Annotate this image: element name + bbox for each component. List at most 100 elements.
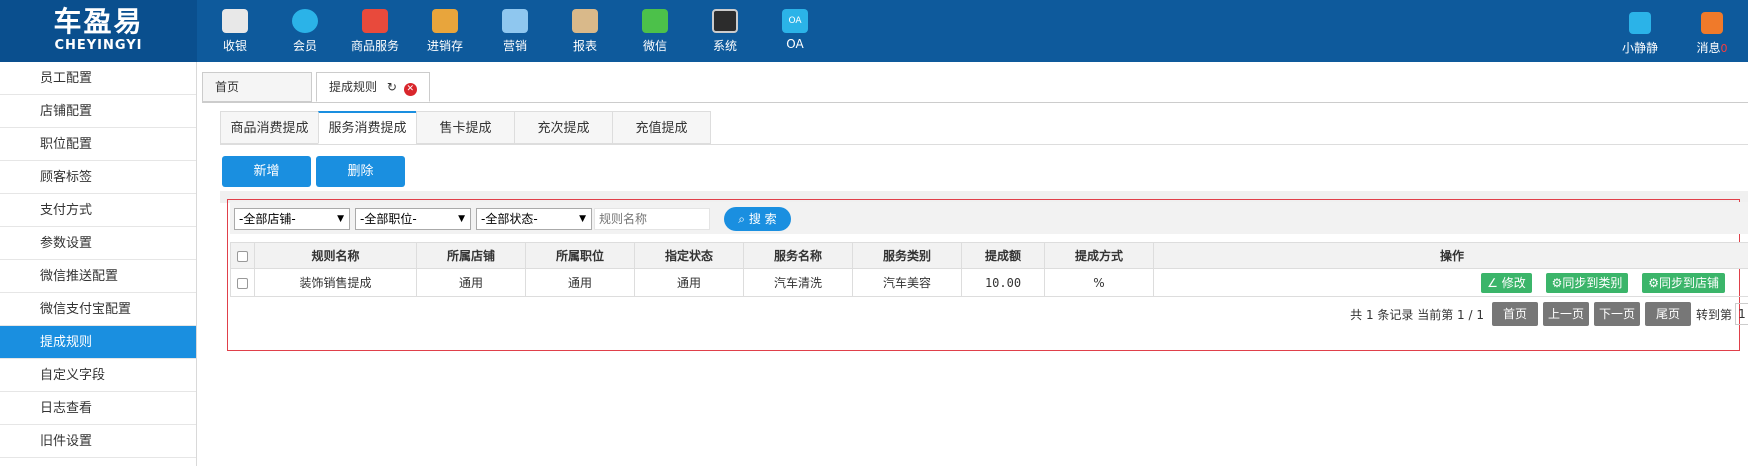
position-select[interactable]: -全部职位- ▼ xyxy=(355,208,471,230)
page-jump-input[interactable]: 1 xyxy=(1735,303,1748,325)
tab-recharge-commission[interactable]: 充值提成 xyxy=(612,111,711,144)
row-select-cell xyxy=(230,268,255,297)
logo-subtext: CHEYINGYI xyxy=(54,38,143,53)
sidebar-item-store[interactable]: 店铺配置 xyxy=(0,95,196,128)
nav-wechat[interactable]: 微信 xyxy=(620,0,690,62)
nav-marketing[interactable]: 营销 xyxy=(480,0,550,62)
record-info: 共 1 条记录 当前第 1 / 1 xyxy=(1350,307,1484,322)
gear-icon: ⚙ xyxy=(1648,275,1659,290)
logo-text: 车盈易 xyxy=(53,5,144,38)
cell-rule-name: 装饰销售提成 xyxy=(254,268,417,297)
sidebar-item-payment[interactable]: 支付方式 xyxy=(0,194,196,227)
chevron-down-icon: ▼ xyxy=(458,214,465,224)
cash-register-icon xyxy=(222,9,248,33)
store-select[interactable]: -全部店铺- ▼ xyxy=(234,208,350,230)
select-all-cell xyxy=(230,242,255,269)
cell-amount: 10.00 xyxy=(961,268,1045,297)
col-actions: 操作 xyxy=(1153,242,1748,269)
refresh-icon[interactable]: ↻ xyxy=(387,73,397,101)
sync-category-button[interactable]: ⚙同步到类别 xyxy=(1545,272,1629,293)
rule-name-input[interactable] xyxy=(594,208,710,230)
megaphone-icon xyxy=(502,9,528,33)
member-icon xyxy=(292,9,318,33)
nav-inventory[interactable]: 进销存 xyxy=(410,0,480,62)
col-position: 所属职位 xyxy=(525,242,635,269)
search-icon: ⌕ xyxy=(738,212,746,226)
cell-store: 通用 xyxy=(416,268,526,297)
sidebar-item-wechat-push[interactable]: 微信推送配置 xyxy=(0,260,196,293)
sub-tab-divider xyxy=(220,144,1748,145)
nav-oa[interactable]: OA OA xyxy=(760,0,830,62)
inventory-icon xyxy=(432,9,458,33)
tab-card-commission[interactable]: 售卡提成 xyxy=(416,111,515,144)
report-icon xyxy=(572,9,598,33)
delete-button[interactable]: 删除 xyxy=(316,156,405,187)
sidebar-item-wechat-alipay[interactable]: 微信支付宝配置 xyxy=(0,293,196,326)
rules-panel: -全部店铺-▼ -全部职位-▼ -全部状态-▼ ⌕ 搜 索 规则名称 所属店铺 … xyxy=(227,199,1748,351)
cell-service-type: 汽车美容 xyxy=(852,268,962,297)
edit-icon: ∠ xyxy=(1487,275,1498,290)
monitor-icon xyxy=(712,9,738,33)
cell-actions: ∠ 修改 ⚙同步到类别 ⚙同步到店铺 xyxy=(1153,268,1748,297)
chevron-down-icon: ▼ xyxy=(337,214,344,224)
jump-label: 转到第 xyxy=(1695,307,1732,322)
next-page-button[interactable]: 下一页 xyxy=(1593,302,1640,326)
add-button[interactable]: 新增 xyxy=(222,156,311,187)
sidebar-item-position[interactable]: 职位配置 xyxy=(0,128,196,161)
cell-position: 通用 xyxy=(525,268,635,297)
logo: 车盈易 CHEYINGYI xyxy=(0,0,197,62)
col-rule-name: 规则名称 xyxy=(254,242,417,269)
chevron-down-icon: ▼ xyxy=(579,214,586,224)
page-tabs: 首页 提成规则 ↻ ✕ xyxy=(202,72,434,102)
select-all-checkbox[interactable] xyxy=(237,250,248,262)
user-icon xyxy=(1629,12,1651,34)
sidebar-item-params[interactable]: 参数设置 xyxy=(0,227,196,260)
sidebar-item-custom-field[interactable]: 自定义字段 xyxy=(0,359,196,392)
cell-status: 通用 xyxy=(634,268,744,297)
nav-system[interactable]: 系统 xyxy=(690,0,760,62)
sync-store-button[interactable]: ⚙同步到店铺 xyxy=(1642,272,1725,293)
col-store: 所属店铺 xyxy=(416,242,526,269)
pagination: 共 1 条记录 当前第 1 / 1 首页 上一页 下一页 尾页 转到第 1 xyxy=(1350,302,1748,326)
main-content: 首页 提成规则 ↻ ✕ 商品消费提成 服务消费提成 售卡提成 充次提成 充值提成… xyxy=(198,62,1748,466)
sidebar: 员工配置 店铺配置 职位配置 顾客标签 支付方式 参数设置 微信推送配置 微信支… xyxy=(0,62,197,466)
sidebar-item-old-parts[interactable]: 旧件设置 xyxy=(0,425,196,458)
tab-count-commission[interactable]: 充次提成 xyxy=(514,111,613,144)
sidebar-item-customer-tag[interactable]: 顾客标签 xyxy=(0,161,196,194)
message-count-badge: 0 xyxy=(1720,42,1728,55)
tab-service-commission[interactable]: 服务消费提成 xyxy=(318,111,417,144)
cell-service-name: 汽车清洗 xyxy=(743,268,853,297)
col-method: 提成方式 xyxy=(1044,242,1154,269)
commission-type-tabs: 商品消费提成 服务消费提成 售卡提成 充次提成 充值提成 xyxy=(220,111,711,144)
nav-cashier[interactable]: 收银 xyxy=(200,0,270,62)
col-status: 指定状态 xyxy=(634,242,744,269)
row-checkbox[interactable] xyxy=(237,277,248,289)
col-service-name: 服务名称 xyxy=(743,242,853,269)
user-nav: 小静静 消息0 xyxy=(1604,0,1748,62)
edit-button[interactable]: ∠ 修改 xyxy=(1481,272,1532,293)
oa-icon: OA xyxy=(782,9,808,33)
tab-commission[interactable]: 提成规则 ↻ ✕ xyxy=(316,72,430,102)
tab-goods-commission[interactable]: 商品消费提成 xyxy=(220,111,319,144)
first-page-button[interactable]: 首页 xyxy=(1491,302,1538,326)
status-select[interactable]: -全部状态- ▼ xyxy=(476,208,592,230)
toolbar: 新增 删除 xyxy=(222,156,410,187)
tab-divider xyxy=(202,102,1748,103)
prev-page-button[interactable]: 上一页 xyxy=(1542,302,1589,326)
last-page-button[interactable]: 尾页 xyxy=(1644,302,1691,326)
top-bar: 车盈易 CHEYINGYI 收银 会员 商品服务 进销存 营销 报表 微信 系统… xyxy=(0,0,1748,62)
close-icon[interactable]: ✕ xyxy=(403,83,417,96)
nav-member[interactable]: 会员 xyxy=(270,0,340,62)
nav-goods[interactable]: 商品服务 xyxy=(340,0,410,62)
sidebar-item-staff[interactable]: 员工配置 xyxy=(0,62,196,95)
nav-report[interactable]: 报表 xyxy=(550,0,620,62)
goods-icon xyxy=(362,9,388,33)
search-button[interactable]: ⌕ 搜 索 xyxy=(724,207,791,231)
table-row: 装饰销售提成 通用 通用 通用 汽车清洗 汽车美容 10.00 % ∠ 修改 ⚙… xyxy=(230,268,1748,297)
tab-home[interactable]: 首页 xyxy=(202,72,312,102)
user-menu[interactable]: 小静静 xyxy=(1604,0,1676,62)
messages-menu[interactable]: 消息0 xyxy=(1676,0,1748,62)
sidebar-item-commission[interactable]: 提成规则 xyxy=(0,326,196,359)
sidebar-item-log[interactable]: 日志查看 xyxy=(0,392,196,425)
wechat-icon xyxy=(642,9,668,33)
